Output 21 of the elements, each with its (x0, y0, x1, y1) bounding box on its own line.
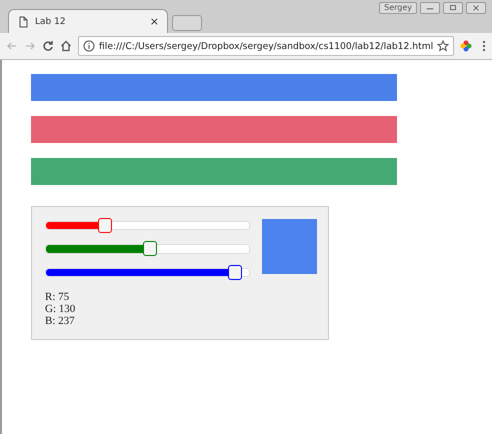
close-button[interactable]: × (150, 15, 159, 28)
slider-track[interactable] (45, 244, 250, 254)
maximize-icon[interactable] (443, 2, 463, 14)
slider-thumb[interactable] (228, 264, 242, 280)
home-icon[interactable] (60, 40, 72, 52)
color-reading: B: 237 (45, 314, 76, 327)
slider-track[interactable] (45, 268, 250, 277)
slider-thumb[interactable] (98, 218, 112, 233)
user-badge[interactable]: Sergey (379, 2, 417, 14)
address-field[interactable]: file:///C:/Users/sergey/Dropbox/sergey/sandbox/cs1100/lab12/lab12.html (78, 36, 454, 56)
info-icon (83, 40, 95, 52)
color-reading: G: 130 (45, 302, 76, 315)
color-reading: R: 75 (45, 290, 70, 303)
reload-icon[interactable] (42, 40, 54, 52)
slider-thumb[interactable] (142, 241, 157, 256)
close-icon[interactable] (466, 2, 486, 14)
browser-tab[interactable]: Lab 12 × (8, 9, 168, 33)
page-icon (17, 16, 29, 28)
slider-track[interactable] (45, 221, 250, 230)
extension-icon[interactable] (460, 40, 472, 52)
star-icon[interactable] (437, 40, 450, 52)
